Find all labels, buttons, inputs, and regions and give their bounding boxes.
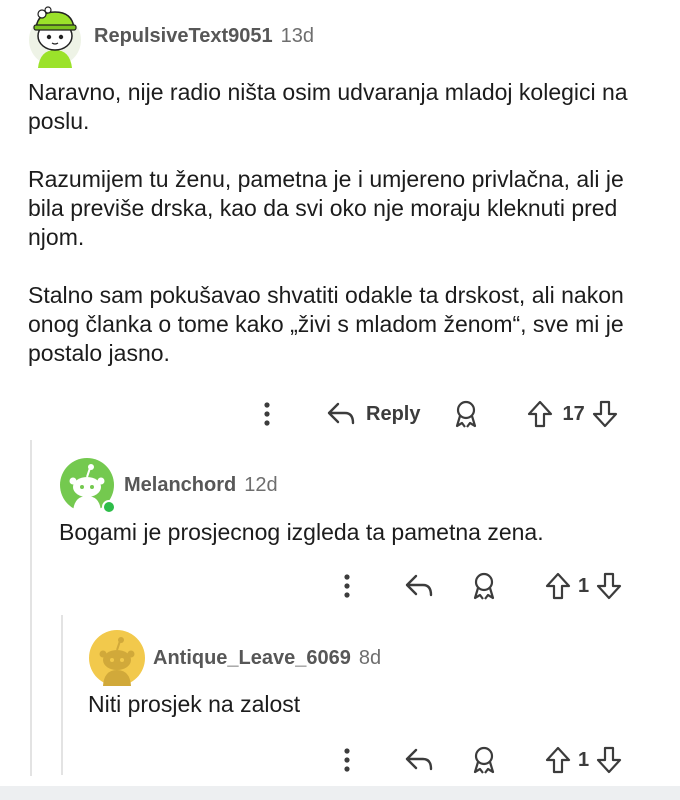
comment-body: Naravno, nije radio ništa osim udvaranja…: [28, 78, 656, 368]
thread-line-level-1[interactable]: [30, 440, 32, 776]
upvote-icon[interactable]: [544, 745, 572, 775]
user-avatar[interactable]: [28, 6, 82, 68]
online-status-icon: [102, 500, 116, 514]
bottom-divider: [0, 786, 680, 800]
comment-paragraph: Stalno sam pokušavao shvatiti odakle ta …: [28, 282, 624, 366]
comment-actions: 1: [334, 566, 644, 606]
comment-header: Antique_Leave_6069 8d: [89, 630, 649, 686]
upvote-icon[interactable]: [526, 399, 554, 429]
username[interactable]: RepulsiveText9051: [94, 25, 273, 48]
comment-antique-leave-6069: Antique_Leave_6069 8d Niti prosjek na za…: [88, 630, 649, 717]
username[interactable]: Melanchord: [124, 474, 236, 497]
more-options-icon[interactable]: [254, 394, 280, 434]
snoo-avatar-icon: [99, 637, 135, 686]
comment-actions: Reply 17: [254, 394, 644, 434]
user-avatar[interactable]: [60, 458, 116, 514]
comment-paragraph: Razumijem tu ženu, pametna je i umjereno…: [28, 166, 624, 250]
comment-repulsivetext9051: RepulsiveText9051 13d Naravno, nije radi…: [28, 6, 658, 366]
reply-label: Reply: [366, 402, 421, 425]
comment-paragraph: Naravno, nije radio ništa osim udvaranja…: [28, 79, 628, 134]
comment-melanchord: Melanchord 12d Bogami je prosjecnog izgl…: [59, 458, 650, 545]
downvote-icon[interactable]: [595, 745, 623, 775]
user-avatar[interactable]: [89, 630, 145, 686]
upvote-icon[interactable]: [544, 571, 572, 601]
vote-score: 17: [562, 402, 585, 425]
vote-score: 1: [578, 748, 590, 771]
vote-score: 1: [578, 574, 590, 597]
downvote-icon[interactable]: [591, 399, 619, 429]
more-options-icon[interactable]: [334, 566, 360, 606]
award-icon[interactable]: [470, 745, 498, 775]
comment-paragraph: Bogami je prosjecnog izgleda ta pametna …: [59, 519, 544, 545]
comment-body: Niti prosjek na zalost: [88, 690, 648, 719]
comment-actions: 1: [334, 740, 644, 780]
downvote-icon[interactable]: [595, 571, 623, 601]
comment-paragraph: Niti prosjek na zalost: [88, 691, 301, 717]
comment-header: RepulsiveText9051 13d: [28, 6, 658, 68]
snoo-avatar-icon: [29, 6, 81, 68]
thread-line-level-2[interactable]: [61, 615, 63, 775]
reply-button[interactable]: Reply: [326, 401, 420, 427]
comment-age: 12d: [244, 473, 278, 496]
reply-icon[interactable]: [404, 747, 434, 773]
comment-age: 8d: [358, 646, 382, 669]
award-icon[interactable]: [470, 571, 498, 601]
comment-age: 13d: [280, 24, 314, 47]
more-options-icon[interactable]: [334, 740, 360, 780]
comment-body: Bogami je prosjecnog izgleda ta pametna …: [59, 518, 649, 547]
reply-icon: [327, 402, 355, 425]
reply-icon[interactable]: [404, 573, 434, 599]
username[interactable]: Antique_Leave_6069: [153, 647, 351, 670]
award-icon[interactable]: [452, 399, 480, 429]
comment-header: Melanchord 12d: [60, 458, 650, 514]
